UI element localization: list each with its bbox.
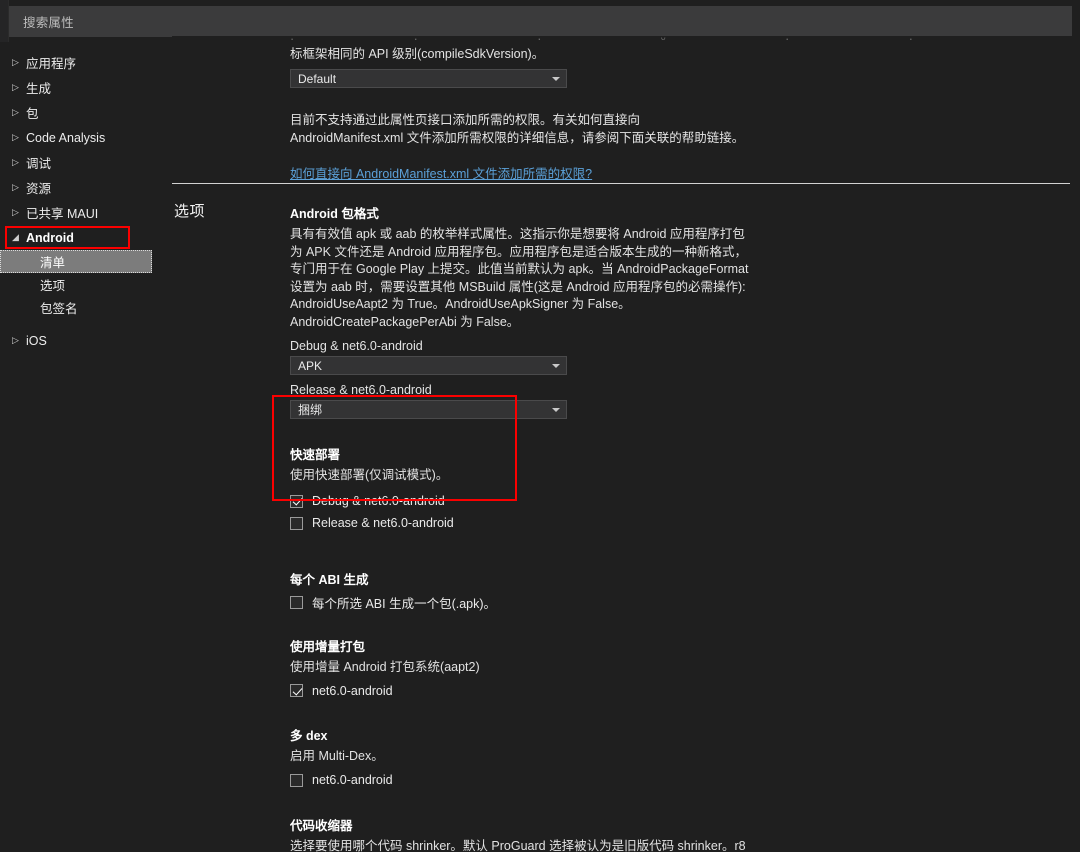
- checkbox-label: Debug & net6.0-android: [312, 494, 445, 508]
- sidebar-item-build[interactable]: ▷ 生成: [0, 75, 172, 100]
- chevron-right-icon: ▷: [12, 335, 19, 345]
- group-title: 每个 ABI 生成: [290, 572, 369, 587]
- checkbox-icon[interactable]: [290, 684, 303, 697]
- group-description: 选择要使用哪个代码 shrinker。默认 ProGuard 选择被认为是旧版代…: [290, 838, 746, 852]
- group-description: 具有有效值 apk 或 aab 的枚举样式属性。这指示你是想要将 Android…: [290, 227, 749, 329]
- group-incremental-packaging: 使用增量打包 使用增量 Android 打包系统(aapt2) net6.0-a…: [290, 639, 990, 701]
- fast-deploy-debug-checkbox-row[interactable]: Debug & net6.0-android: [290, 492, 990, 511]
- group-title: Android 包格式: [290, 207, 379, 221]
- checkbox-icon[interactable]: [290, 494, 303, 508]
- sidebar-item-application[interactable]: ▷ 应用程序: [0, 50, 172, 75]
- package-format-debug-select[interactable]: APK: [290, 356, 567, 375]
- sidebar-item-options[interactable]: 选项: [0, 273, 172, 296]
- group-fast-deployment: 快速部署 使用快速部署(仅调试模式)。 Debug & net6.0-andro…: [290, 447, 990, 533]
- clipped-top-row: · · · ᵕ · ·: [172, 36, 1080, 42]
- group-description: 使用快速部署(仅调试模式)。: [290, 468, 449, 482]
- group-package-format: Android 包格式 具有有效值 apk 或 aab 的枚举样式属性。这指示你…: [290, 206, 990, 419]
- sidebar-item-package-signing[interactable]: 包签名: [0, 296, 172, 319]
- compile-sdk-select-value: Default: [298, 71, 337, 86]
- properties-content-pane: · · · ᵕ · · 标框架相同的 API 级别(compileSdkVers…: [172, 36, 1080, 852]
- group-title: 使用增量打包: [290, 639, 366, 654]
- checkbox-label: net6.0-android: [312, 683, 393, 698]
- group-description: 启用 Multi-Dex。: [290, 749, 384, 763]
- sidebar-item-label: 应用程序: [26, 57, 77, 71]
- compile-sdk-description: 标框架相同的 API 级别(compileSdkVersion)。: [290, 47, 545, 61]
- chevron-down-icon: [552, 407, 560, 412]
- sidebar-item-label: 清单: [40, 256, 66, 270]
- fast-deploy-release-checkbox-row[interactable]: Release & net6.0-android: [290, 514, 990, 533]
- properties-sidebar-tree: ▷ 应用程序 ▷ 生成 ▷ 包 ▷ Code Analysis ▷ 调试 ▷ 资…: [0, 42, 172, 852]
- compile-sdk-select[interactable]: Default: [290, 69, 567, 88]
- sidebar-item-label: 选项: [40, 279, 66, 293]
- incremental-packaging-checkbox-row[interactable]: net6.0-android: [290, 681, 990, 700]
- checkbox-label: Release & net6.0-android: [312, 516, 454, 530]
- sidebar-item-label: iOS: [26, 333, 47, 348]
- chevron-right-icon: ▷: [12, 82, 19, 92]
- sidebar-item-label: 生成: [26, 82, 52, 96]
- chevron-right-icon: ▷: [12, 207, 19, 217]
- package-format-debug-value: APK: [298, 358, 323, 373]
- field-label-debug: Debug & net6.0-android: [290, 339, 423, 353]
- clipped-top-row-text: · · · ᵕ · ·: [172, 36, 1080, 42]
- field-label-release: Release & net6.0-android: [290, 383, 432, 397]
- group-description: 使用增量 Android 打包系统(aapt2): [290, 659, 480, 674]
- permissions-note: 目前不支持通过此属性页接口添加所需的权限。有关如何直接向 AndroidMani…: [290, 113, 745, 145]
- search-properties-input[interactable]: 搜索属性: [9, 6, 1072, 37]
- package-format-release-value: 捆绑: [298, 403, 323, 417]
- checkbox-icon[interactable]: [290, 595, 303, 609]
- sidebar-item-android[interactable]: ◢ Android: [0, 225, 172, 250]
- compile-sdk-block: 标框架相同的 API 级别(compileSdkVersion)。 Defaul…: [290, 45, 990, 183]
- group-title: 多 dex: [290, 729, 328, 743]
- manifest-permissions-help-link[interactable]: 如何直接向 AndroidManifest.xml 文件添加所需的权限?: [290, 167, 592, 181]
- sidebar-item-shared-maui[interactable]: ▷ 已共享 MAUI: [0, 200, 172, 225]
- per-abi-checkbox-row[interactable]: 每个所选 ABI 生成一个包(.apk)。: [290, 593, 990, 612]
- chevron-down-icon: ◢: [12, 232, 19, 242]
- sidebar-item-label: 资源: [26, 182, 52, 196]
- chevron-right-icon: ▷: [12, 182, 19, 192]
- sidebar-item-label: Code Analysis: [26, 130, 106, 145]
- group-multi-dex: 多 dex 启用 Multi-Dex。 net6.0-android: [290, 728, 990, 790]
- chevron-down-icon: [552, 363, 560, 368]
- group-code-shrinker: 代码收缩器 选择要使用哪个代码 shrinker。默认 ProGuard 选择被…: [290, 818, 990, 852]
- window-left-edge-strip: [0, 0, 9, 42]
- section-title-options: 选项: [174, 203, 206, 220]
- search-input-placeholder: 搜索属性: [23, 16, 74, 30]
- sidebar-item-label: Android: [26, 230, 74, 245]
- sidebar-item-label: 已共享 MAUI: [26, 207, 99, 221]
- package-format-release-select[interactable]: 捆绑: [290, 400, 567, 419]
- chevron-right-icon: ▷: [12, 132, 19, 142]
- checkbox-label: net6.0-android: [312, 773, 393, 787]
- checkbox-label: 每个所选 ABI 生成一个包(.apk)。: [312, 596, 497, 611]
- group-per-abi: 每个 ABI 生成 每个所选 ABI 生成一个包(.apk)。: [290, 572, 990, 612]
- sidebar-item-debug[interactable]: ▷ 调试: [0, 150, 172, 175]
- properties-page-window: 搜索属性 ▷ 应用程序 ▷ 生成 ▷ 包 ▷ Code Analysis ▷ 调…: [0, 0, 1080, 852]
- checkbox-icon[interactable]: [290, 773, 303, 787]
- multi-dex-checkbox-row[interactable]: net6.0-android: [290, 771, 990, 790]
- chevron-right-icon: ▷: [12, 157, 19, 167]
- chevron-down-icon: [552, 76, 560, 81]
- sidebar-item-code-analysis[interactable]: ▷ Code Analysis: [0, 125, 172, 150]
- options-panel: Android 包格式 具有有效值 apk 或 aab 的枚举样式属性。这指示你…: [290, 206, 990, 852]
- chevron-right-icon: ▷: [12, 57, 19, 67]
- section-divider: [172, 183, 1070, 184]
- sidebar-item-label: 包: [26, 107, 39, 121]
- sidebar-item-resources[interactable]: ▷ 资源: [0, 175, 172, 200]
- sidebar-item-label: 包签名: [40, 302, 78, 316]
- sidebar-item-package[interactable]: ▷ 包: [0, 100, 172, 125]
- group-title: 代码收缩器: [290, 818, 353, 833]
- group-title: 快速部署: [290, 448, 341, 462]
- chevron-right-icon: ▷: [12, 107, 19, 117]
- sidebar-item-label: 调试: [26, 157, 52, 171]
- sidebar-item-ios[interactable]: ▷ iOS: [0, 328, 172, 353]
- sidebar-item-manifest[interactable]: 清单: [0, 250, 152, 273]
- checkbox-icon[interactable]: [290, 516, 303, 530]
